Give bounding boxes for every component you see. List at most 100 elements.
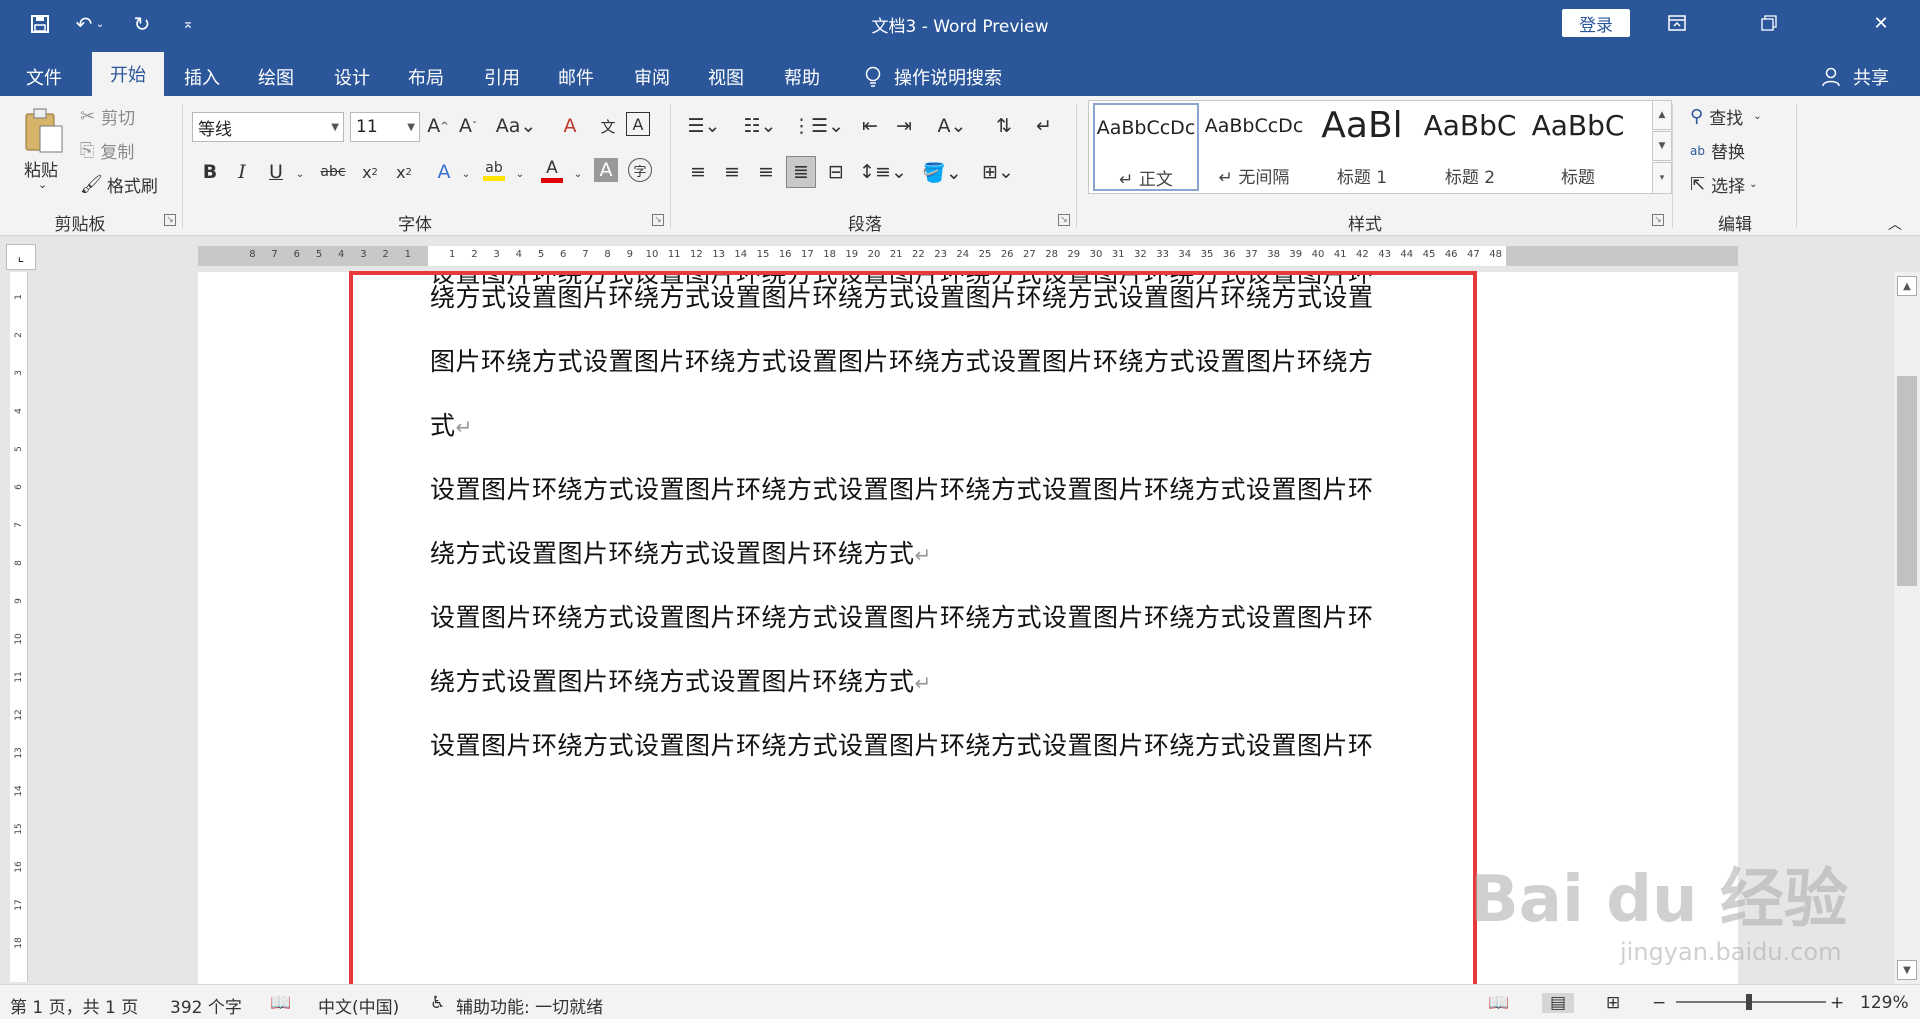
align-left-icon[interactable]: ≡ xyxy=(684,158,712,186)
find-button[interactable]: ⚲ 查找 ⌄ xyxy=(1690,104,1762,129)
style-title[interactable]: AaBbC 标题 xyxy=(1525,103,1631,191)
zoom-slider-thumb[interactable] xyxy=(1746,994,1752,1010)
language-indicator[interactable]: 中文(中国) xyxy=(318,993,399,1018)
italic-icon[interactable]: I xyxy=(228,158,256,186)
read-mode-icon[interactable]: 📖 xyxy=(1488,993,1509,1013)
scroll-thumb[interactable] xyxy=(1897,376,1917,586)
print-layout-icon[interactable]: ▤ xyxy=(1542,993,1575,1013)
scroll-down-icon[interactable]: ▼ xyxy=(1897,960,1917,980)
style-no-spacing[interactable]: AaBbCcDc ↵ 无间隔 xyxy=(1201,103,1307,191)
ruler-tick-label: 34 xyxy=(1178,249,1192,260)
style-name: 标题 1 xyxy=(1336,168,1388,188)
line-spacing-icon[interactable]: ↕≡⌄ xyxy=(859,158,907,186)
ruler-tick-label: 24 xyxy=(956,249,970,260)
character-shading-icon[interactable]: A xyxy=(594,158,618,182)
multilevel-list-icon[interactable]: ⋮☰⌄ xyxy=(792,112,844,140)
vertical-ruler[interactable]: 1 2 3 4 5 6 7 8 9 10 11 12 13 14 15 16 17 18 xyxy=(10,272,28,982)
page-count[interactable]: 第 1 页，共 1 页 xyxy=(10,993,138,1018)
tell-me-search[interactable]: 操作说明搜索 xyxy=(894,58,1024,96)
shading-icon[interactable]: 🪣⌄ xyxy=(920,158,964,186)
login-button[interactable]: 登录 xyxy=(1562,9,1630,37)
style-heading-1[interactable]: AaBl 标题 1 xyxy=(1309,103,1415,191)
chevron-down-icon[interactable]: ⌄ xyxy=(506,160,534,188)
tab-view[interactable]: 视图 xyxy=(696,58,756,96)
styles-launcher-icon[interactable]: ↘ xyxy=(1652,214,1664,226)
horizontal-ruler[interactable]: 8 7 6 5 4 3 2 1 1 2 3 4 5 6 7 8 9 10 11 12 13 14 15 16 17 18 19 20 2… xyxy=(198,246,1738,266)
web-layout-icon[interactable]: ⊞ xyxy=(1606,993,1620,1013)
font-name-combo[interactable]: 等线 ▼ xyxy=(192,112,344,142)
restore-icon[interactable] xyxy=(1746,6,1792,40)
highlight-color-icon[interactable]: ab xyxy=(480,156,508,184)
word-count[interactable]: 392 个字 xyxy=(170,993,242,1018)
font-color-icon[interactable]: A xyxy=(538,156,566,184)
change-case-icon[interactable]: Aa⌄ xyxy=(496,112,537,140)
distributed-icon[interactable]: ⊟ xyxy=(822,158,850,186)
increase-indent-icon[interactable]: ⇥ xyxy=(890,112,918,140)
tab-home[interactable]: 开始 xyxy=(92,52,164,96)
chevron-down-icon[interactable]: ⌄ xyxy=(564,160,592,188)
ruler-tick-label: 10 xyxy=(645,249,659,260)
tab-selector-icon[interactable]: ⌞ xyxy=(6,244,36,270)
font-launcher-icon[interactable]: ↘ xyxy=(652,214,664,226)
chevron-down-icon[interactable]: ⌄ xyxy=(286,160,314,188)
borders-icon[interactable]: ⊞⌄ xyxy=(976,158,1020,186)
zoom-in-icon[interactable]: + xyxy=(1830,993,1844,1013)
character-border-icon[interactable]: A xyxy=(626,112,650,136)
bold-icon[interactable]: B xyxy=(196,158,224,186)
select-button[interactable]: ⇱ 选择 ⌄ xyxy=(1690,172,1757,197)
strikethrough-icon[interactable]: abc xyxy=(316,158,350,186)
numbering-icon[interactable]: ☷⌄ xyxy=(740,112,780,140)
chinese-layout-icon[interactable]: A⌄ xyxy=(932,112,972,140)
superscript-icon[interactable]: x2 xyxy=(390,158,418,186)
subscript-icon[interactable]: x2 xyxy=(356,158,384,186)
zoom-out-icon[interactable]: − xyxy=(1652,993,1666,1013)
vertical-scrollbar[interactable]: ▲ ▼ xyxy=(1894,272,1920,984)
clipboard-icon[interactable] xyxy=(22,104,72,156)
tab-layout[interactable]: 布局 xyxy=(396,58,456,96)
enclose-characters-icon[interactable]: 字 xyxy=(628,158,652,182)
clipboard-launcher-icon[interactable]: ↘ xyxy=(164,214,176,226)
accessibility-status[interactable]: 辅助功能: 一切就绪 xyxy=(456,993,603,1018)
tab-references[interactable]: 引用 xyxy=(472,58,532,96)
gallery-more-icon[interactable]: ▾ xyxy=(1652,162,1672,194)
show-marks-icon[interactable]: ↵ xyxy=(1030,112,1058,140)
gallery-down-icon[interactable]: ▼ xyxy=(1652,131,1672,161)
replace-button[interactable]: ab 替换 xyxy=(1690,138,1745,163)
phonetic-guide-icon[interactable]: 文 xyxy=(594,112,622,140)
bullets-icon[interactable]: ☰⌄ xyxy=(684,112,724,140)
sort-icon[interactable]: ⇅ xyxy=(990,112,1018,140)
font-size-combo[interactable]: 11 ▼ xyxy=(350,112,420,142)
justify-icon[interactable]: ≣ xyxy=(786,156,816,188)
paste-dropdown-icon[interactable]: ⌄ xyxy=(38,178,47,191)
align-right-icon[interactable]: ≡ xyxy=(752,158,780,186)
format-painter-button[interactable]: 🖌 格式刷 xyxy=(80,172,158,197)
tab-design[interactable]: 设计 xyxy=(322,58,382,96)
share-button[interactable]: 共享 xyxy=(1846,58,1896,96)
shrink-font-icon[interactable]: Aˇ xyxy=(454,112,482,140)
proofing-icon[interactable]: 📖 xyxy=(270,993,291,1013)
collapse-ribbon-icon[interactable]: ︿ xyxy=(1888,214,1902,234)
tab-insert[interactable]: 插入 xyxy=(172,58,232,96)
ribbon-display-icon[interactable] xyxy=(1654,6,1700,40)
person-icon xyxy=(1818,58,1844,96)
grow-font-icon[interactable]: A ^ xyxy=(424,112,452,140)
tab-review[interactable]: 审阅 xyxy=(622,58,682,96)
gallery-up-icon[interactable]: ▲ xyxy=(1652,100,1672,130)
scroll-up-icon[interactable]: ▲ xyxy=(1897,276,1917,296)
tab-file[interactable]: 文件 xyxy=(14,58,74,96)
close-icon[interactable]: ✕ xyxy=(1858,6,1904,40)
tab-help[interactable]: 帮助 xyxy=(772,58,832,96)
style-normal[interactable]: AaBbCcDc ↵ 正文 xyxy=(1093,103,1199,191)
paragraph-launcher-icon[interactable]: ↘ xyxy=(1058,214,1070,226)
tab-draw[interactable]: 绘图 xyxy=(246,58,306,96)
align-center-icon[interactable]: ≡ xyxy=(718,158,746,186)
copy-button[interactable]: ⎘ 复制 xyxy=(80,138,134,163)
zoom-level[interactable]: 129% xyxy=(1860,993,1909,1013)
cut-button[interactable]: ✂ 剪切 xyxy=(80,104,135,129)
style-heading-2[interactable]: AaBbC 标题 2 xyxy=(1417,103,1523,191)
clear-formatting-icon[interactable]: A xyxy=(556,112,584,140)
tab-mailings[interactable]: 邮件 xyxy=(546,58,606,96)
ruler-tick-label: 28 xyxy=(1045,249,1058,260)
decrease-indent-icon[interactable]: ⇤ xyxy=(856,112,884,140)
chevron-down-icon[interactable]: ⌄ xyxy=(452,160,480,188)
